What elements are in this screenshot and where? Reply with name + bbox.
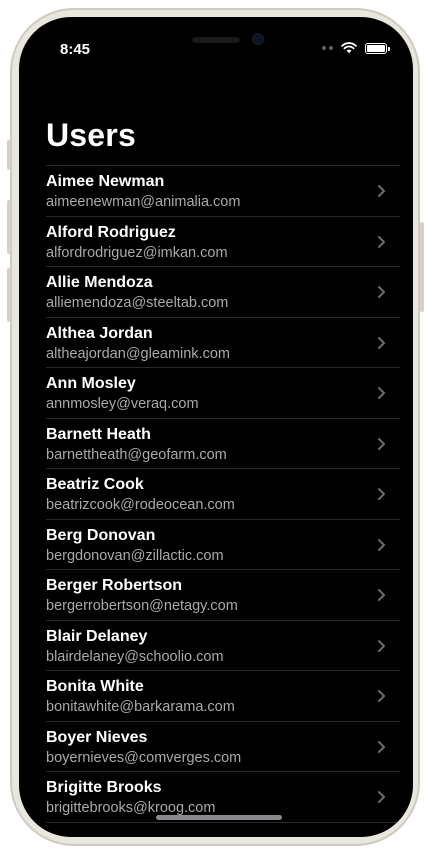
- user-email: bergerrobertson@netagy.com: [46, 598, 238, 614]
- front-camera-icon: [252, 33, 264, 45]
- action-button: [7, 140, 11, 170]
- list-item[interactable]: Althea Jordan altheajordan@gleamink.com: [46, 318, 400, 368]
- volume-down-button: [7, 268, 11, 322]
- chevron-right-icon: [378, 387, 385, 399]
- chevron-right-icon: [378, 740, 385, 753]
- chevron-right-icon: [378, 690, 385, 702]
- user-name: Blair Delaney: [46, 627, 148, 645]
- chevron-right-icon: [378, 791, 385, 803]
- list-item[interactable]: Berg Donovan bergdonovan@zillactic.com: [46, 520, 400, 570]
- status-time: 8:45: [60, 41, 91, 58]
- user-name: Alford Rodriguez: [46, 223, 176, 241]
- speaker-grille: [192, 37, 240, 43]
- list-item[interactable]: Aimee Newman aimeenewman@animalia.com: [46, 166, 400, 217]
- user-list[interactable]: Aimee Newman aimeenewman@animalia.com Al…: [46, 165, 400, 823]
- user-name: Allie Mendoza: [46, 274, 153, 291]
- home-indicator[interactable]: [156, 815, 282, 820]
- signal-dots-icon: [322, 46, 333, 50]
- list-item[interactable]: Blair Delaney blairdelaney@schoolio.com: [46, 621, 400, 671]
- wifi-icon: [341, 42, 357, 54]
- user-name: Bonita White: [46, 678, 144, 695]
- user-name: Berger Robertson: [46, 577, 183, 594]
- user-email: bonitawhite@barkarama.com: [46, 699, 235, 715]
- user-name: Berg Donovan: [46, 526, 156, 544]
- phone-screen: 8:45 Users Aimee Newman aimeenewman@anim…: [19, 17, 413, 837]
- status-icons: [322, 42, 390, 54]
- user-name: Aimee Newman: [46, 173, 165, 190]
- list-item[interactable]: Berger Robertson bergerrobertson@netagy.…: [46, 570, 400, 621]
- user-name: Boyer Nieves: [46, 728, 148, 746]
- user-name: Ann Mosley: [46, 375, 136, 392]
- list-item[interactable]: Barnett Heath barnettheath@geofarm.com: [46, 419, 400, 469]
- user-email: alliemendoza@steeltab.com: [46, 295, 229, 311]
- user-name: Brigitte Brooks: [46, 779, 162, 796]
- status-bar: 8:45: [19, 17, 413, 69]
- chevron-right-icon: [378, 488, 385, 500]
- user-name: Beatriz Cook: [46, 476, 144, 493]
- chevron-right-icon: [378, 185, 385, 197]
- chevron-right-icon: [378, 437, 385, 450]
- user-email: annmosley@veraq.com: [46, 396, 199, 412]
- chevron-right-icon: [378, 589, 385, 601]
- user-email: barnettheath@geofarm.com: [46, 446, 227, 463]
- chevron-right-icon: [378, 538, 385, 551]
- battery-icon: [365, 42, 390, 54]
- user-email: brigittebrooks@kroog.com: [46, 800, 216, 816]
- chevron-right-icon: [378, 286, 385, 298]
- user-email: alfordrodriguez@imkan.com: [46, 244, 228, 261]
- chevron-right-icon: [378, 336, 385, 349]
- list-item[interactable]: Alford Rodriguez alfordrodriguez@imkan.c…: [46, 217, 400, 267]
- list-item[interactable]: Beatriz Cook beatrizcook@rodeocean.com: [46, 469, 400, 520]
- user-name: Althea Jordan: [46, 324, 153, 342]
- user-email: bergdonovan@zillactic.com: [46, 547, 224, 564]
- volume-up-button: [7, 200, 11, 254]
- user-email: aimeenewman@animalia.com: [46, 194, 241, 210]
- list-item[interactable]: Allie Mendoza alliemendoza@steeltab.com: [46, 267, 400, 318]
- user-name: Barnett Heath: [46, 425, 151, 443]
- chevron-right-icon: [378, 235, 385, 248]
- list-item[interactable]: Bonita White bonitawhite@barkarama.com: [46, 671, 400, 722]
- list-item[interactable]: Ann Mosley annmosley@veraq.com: [46, 368, 400, 419]
- page-title: Users: [46, 117, 136, 153]
- user-email: beatrizcook@rodeocean.com: [46, 497, 235, 513]
- list-item[interactable]: Boyer Nieves boyernieves@comverges.com: [46, 722, 400, 772]
- user-email: altheajordan@gleamink.com: [46, 345, 230, 362]
- power-button: [420, 222, 424, 312]
- user-email: boyernieves@comverges.com: [46, 749, 242, 766]
- user-email: blairdelaney@schoolio.com: [46, 648, 224, 665]
- chevron-right-icon: [378, 639, 385, 652]
